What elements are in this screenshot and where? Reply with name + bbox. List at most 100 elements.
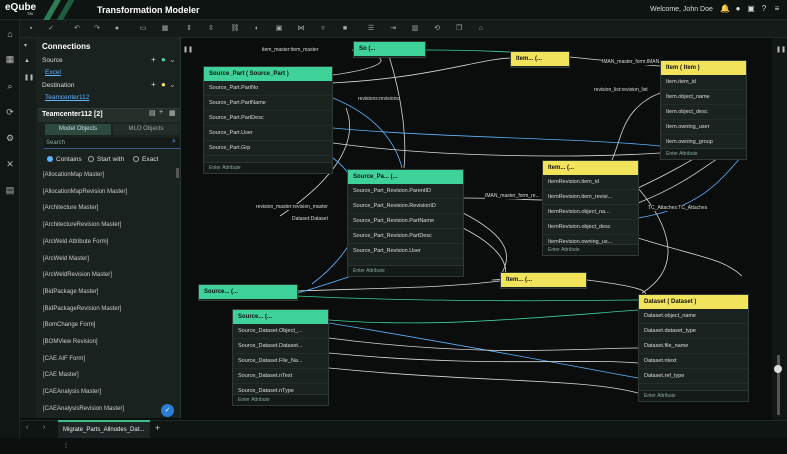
grid-icon[interactable]: ▦ xyxy=(169,109,176,117)
radio-start-with[interactable]: Start with xyxy=(88,156,124,163)
node-header[interactable]: Dataset ( Dataset ) xyxy=(639,295,748,309)
node-attribute[interactable]: Item.object_name xyxy=(661,90,746,105)
user-icon[interactable]: ● xyxy=(733,4,743,14)
bug-icon[interactable]: ● xyxy=(112,24,122,34)
list-item[interactable]: [CAEAnalysisRevision Master] xyxy=(43,406,124,412)
enter-attribute-field[interactable]: Enter Attribute xyxy=(348,265,463,276)
list-item[interactable]: [BidPackageRevision Master] xyxy=(43,306,121,312)
copy-icon[interactable]: ❐ xyxy=(454,24,464,34)
table-icon[interactable]: ▭ xyxy=(138,24,148,34)
add-source-icon[interactable]: + xyxy=(151,55,156,64)
node-source-part-revision[interactable]: Source_Pa... (... Source_Part_Revision.P… xyxy=(347,169,464,277)
redo-icon[interactable]: ↷ xyxy=(92,24,102,34)
node-source-small[interactable]: Source... (... xyxy=(198,284,298,301)
filter-icon[interactable]: ▿ xyxy=(318,24,328,34)
chevron-down-icon[interactable]: ⌄ xyxy=(169,80,176,89)
destination-link[interactable]: Teamcenter112 xyxy=(45,94,89,101)
home-icon[interactable]: ⌂ xyxy=(4,28,16,40)
node-attribute[interactable]: Dataset.ref_type xyxy=(639,369,748,384)
zoom-slider[interactable] xyxy=(777,355,780,415)
link-icon[interactable]: ⛓ xyxy=(230,24,240,34)
bell-icon[interactable]: 🔔 xyxy=(720,4,730,14)
enter-attribute-field[interactable]: Enter Attribute xyxy=(661,148,746,159)
grid-view-icon[interactable]: ▦ xyxy=(160,24,170,34)
add-icon[interactable]: + xyxy=(159,109,163,116)
list-item[interactable]: [Architecture Master] xyxy=(43,205,98,211)
collapse-vertical-icon[interactable]: ⇳ xyxy=(206,24,216,34)
node-attribute[interactable]: Source_Part_Revision.ParentID xyxy=(348,184,463,199)
square-icon[interactable]: ■ xyxy=(340,24,350,34)
list-scrollbar[interactable] xyxy=(176,168,179,178)
node-attribute[interactable]: Source_Part_Revision.User xyxy=(348,244,463,259)
list-icon[interactable]: ☰ xyxy=(366,24,376,34)
folder-icon[interactable]: ▤ xyxy=(149,109,156,117)
node-attribute[interactable]: Item.item_id xyxy=(661,75,746,90)
node-attribute[interactable]: Source_Dataset.Object_... xyxy=(233,324,328,339)
undo-icon[interactable]: ↶ xyxy=(72,24,82,34)
node-attribute[interactable]: ItemRevision.object_desc xyxy=(543,220,638,235)
pause-icon[interactable]: ❚❚ xyxy=(776,46,786,53)
list-item[interactable]: [CAEAnalysis Master] xyxy=(43,389,101,395)
menu-icon[interactable]: ≡ xyxy=(772,4,782,14)
layer-icon[interactable]: ◐ xyxy=(252,24,262,34)
enter-attribute-field[interactable]: Enter Attribute xyxy=(233,394,328,405)
node-attribute[interactable]: ItemRevision.item_revisi... xyxy=(543,190,638,205)
lock-icon[interactable]: ▣ xyxy=(746,4,756,14)
node-attribute[interactable]: Source_Part_Revision.PartName xyxy=(348,214,463,229)
node-attribute[interactable]: ItemRevision.object_na... xyxy=(543,205,638,220)
tab-mlo-objects[interactable]: MLO Objects xyxy=(113,124,179,135)
list-item[interactable]: [BOMView Revision] xyxy=(43,339,98,345)
node-attribute[interactable]: Source_Part.PartNo xyxy=(204,81,332,96)
node-header[interactable]: Item ( Item ) xyxy=(661,61,746,75)
node-header[interactable]: Item... (... xyxy=(511,52,569,66)
app-logo[interactable]: eQube TM xyxy=(5,2,36,16)
list-item[interactable]: [CAE AIF Form] xyxy=(43,356,85,362)
check-icon[interactable]: ✓ xyxy=(46,24,56,34)
help-icon[interactable]: ? xyxy=(759,4,769,14)
chevron-right-icon[interactable]: › xyxy=(43,424,45,431)
list-item[interactable]: [ArcWeldRevision Master] xyxy=(43,272,112,278)
node-attribute[interactable]: Dataset.object_name xyxy=(639,309,748,324)
settings-icon[interactable]: ⚙ xyxy=(4,132,16,144)
tab-migrate-parts[interactable]: Migrate_Parts_Allnodes_Dat... ⋮ xyxy=(58,420,150,449)
node-source-dataset[interactable]: Source... (... Source_Dataset.Object_...… xyxy=(232,309,329,406)
list-item[interactable]: [ArchitectureRevision Master] xyxy=(43,222,121,228)
node-attribute[interactable]: Source_Part_Revision.RevisionID xyxy=(348,199,463,214)
node-attribute[interactable]: Item.object_desc xyxy=(661,105,746,120)
node-source-small[interactable]: So (... xyxy=(353,41,426,58)
grid-icon[interactable]: ▦ xyxy=(4,53,16,65)
list-item[interactable]: [AllocationMap Master] xyxy=(43,172,104,178)
tab-model-objects[interactable]: Model Objects xyxy=(45,124,111,135)
box-icon[interactable]: ▣ xyxy=(274,24,284,34)
add-tab-icon[interactable]: + xyxy=(155,423,160,433)
enter-attribute-field[interactable]: Enter Attribute xyxy=(204,162,332,173)
tag-icon[interactable]: ⌂ xyxy=(476,24,486,34)
list-item[interactable]: [CAE Master] xyxy=(43,372,79,378)
more-icon[interactable]: ⋮ xyxy=(63,443,69,449)
node-attribute[interactable]: Source_Part.PartDesc xyxy=(204,111,332,126)
node-attribute[interactable]: Dataset.file_name xyxy=(639,339,748,354)
search-icon[interactable]: ⌕ xyxy=(172,138,176,146)
pause-icon[interactable]: ❚❚ xyxy=(24,74,34,81)
node-item-small[interactable]: Item... (... xyxy=(510,51,570,68)
list-item[interactable]: [AllocationMapRevision Master] xyxy=(43,189,127,195)
node-attribute[interactable]: ItemRevision.item_id xyxy=(543,175,638,190)
node-attribute[interactable]: Source_Dataset.File_Na... xyxy=(233,354,328,369)
add-destination-icon[interactable]: + xyxy=(151,80,156,89)
collapse-panel-icon[interactable]: ❚❚ xyxy=(183,46,193,53)
node-header[interactable]: Item... (... xyxy=(543,161,638,175)
node-source-part[interactable]: Source_Part ( Source_Part ) Source_Part.… xyxy=(203,66,333,174)
node-attribute[interactable]: Source_Part_Revision.PartDesc xyxy=(348,229,463,244)
node-attribute[interactable]: Dataset.ntext xyxy=(639,354,748,369)
source-link[interactable]: Excel xyxy=(45,69,61,76)
node-header[interactable]: Source... (... xyxy=(199,285,297,299)
node-attribute[interactable]: Source_Dataset.nText xyxy=(233,369,328,384)
chevron-down-icon[interactable]: ⌄ xyxy=(169,55,176,64)
radio-contains[interactable]: Contains xyxy=(47,156,82,163)
node-attribute[interactable]: Dataset.dataset_type xyxy=(639,324,748,339)
search-icon[interactable]: ⌕ xyxy=(4,80,16,92)
node-dataset[interactable]: Dataset ( Dataset ) Dataset.object_name … xyxy=(638,294,749,402)
node-item-revision[interactable]: Item... (... ItemRevision.item_id ItemRe… xyxy=(542,160,639,256)
tools-icon[interactable]: ✕ xyxy=(4,158,16,170)
node-item[interactable]: Item ( Item ) Item.item_id Item.object_n… xyxy=(660,60,747,160)
